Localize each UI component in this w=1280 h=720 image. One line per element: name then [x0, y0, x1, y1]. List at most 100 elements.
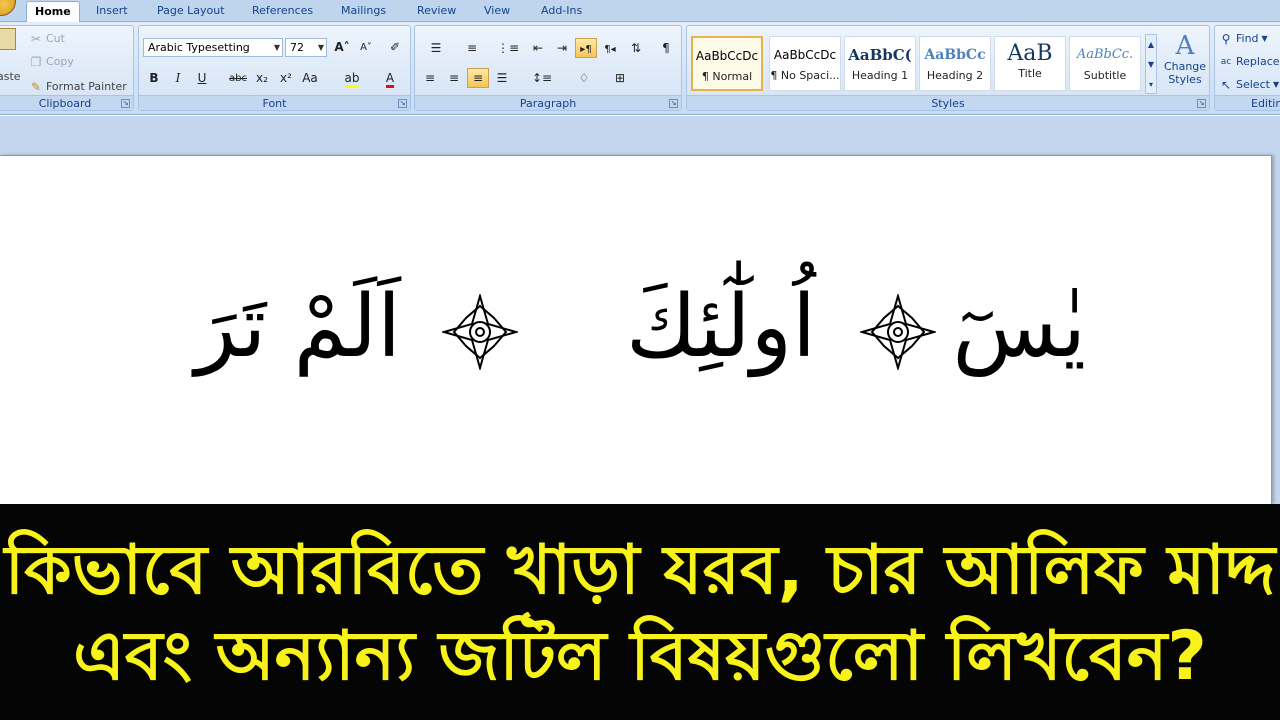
highlighter-icon: ab: [344, 71, 360, 88]
style-sample: AaBbCcDc: [695, 49, 759, 63]
font-size-select[interactable]: 72 ▼: [285, 38, 327, 57]
shrink-font-button[interactable]: A˅: [355, 37, 377, 57]
format-painter-label: Format Painter: [46, 80, 127, 93]
caption-banner: কিভাবে আরবিতে খাড়া যরব, চার আলিফ মাদ্দ …: [0, 504, 1280, 720]
tab-review[interactable]: Review: [409, 1, 464, 22]
shading-button[interactable]: ♢: [567, 68, 601, 88]
justify-button[interactable]: ☰: [491, 68, 513, 88]
cut-button[interactable]: ✂ Cut: [29, 30, 65, 48]
tab-view[interactable]: View: [476, 1, 518, 22]
copy-label: Copy: [46, 55, 74, 68]
style-heading-1[interactable]: AaBbC( Heading 1: [844, 36, 916, 91]
italic-button[interactable]: I: [167, 68, 189, 88]
caption-line-1: কিভাবে আরবিতে খাড়া যরব, চার আলিফ মাদ্দ: [4, 531, 1276, 610]
font-group-label: Font: [139, 95, 410, 110]
superscript-button[interactable]: x²: [275, 68, 297, 88]
chevron-down-icon: ▼: [1261, 34, 1268, 43]
justify-icon: ☰: [496, 71, 508, 85]
grow-font-button[interactable]: A˄: [331, 37, 353, 57]
grow-font-icon: A: [334, 40, 344, 54]
style-normal[interactable]: AaBbCcDc ¶ Normal: [691, 36, 763, 91]
borders-button[interactable]: ⊞: [603, 68, 637, 88]
line-spacing-icon: ↕≡: [531, 71, 553, 85]
show-marks-button[interactable]: ¶: [655, 38, 677, 58]
tab-page-layout[interactable]: Page Layout: [149, 1, 233, 22]
change-case-button[interactable]: Aa: [299, 68, 321, 88]
bullets-button[interactable]: ☰: [419, 38, 453, 58]
font-dialog-launcher-icon[interactable]: ↘: [398, 99, 407, 108]
ltr-direction-button[interactable]: ▸¶: [575, 38, 597, 58]
office-button-icon[interactable]: [0, 0, 16, 16]
highlight-button[interactable]: ab: [335, 68, 369, 88]
align-left-button[interactable]: ≡: [419, 68, 441, 88]
ribbon: aste ✂ Cut ❐ Copy ✎ Format Painter Clipb…: [0, 22, 1280, 115]
style-no-spacing[interactable]: AaBbCcDc ¶ No Spaci...: [769, 36, 841, 91]
numbering-button[interactable]: ≡: [455, 38, 489, 58]
select-button[interactable]: ↖ Select ▼: [1219, 76, 1279, 94]
replace-button[interactable]: ac Replace: [1219, 53, 1280, 71]
paste-icon: [0, 28, 16, 50]
replace-icon: ac: [1220, 57, 1232, 67]
sort-icon: ⇅: [630, 41, 642, 55]
line-spacing-button[interactable]: ↕≡: [525, 68, 559, 88]
align-center-button[interactable]: ≡: [443, 68, 465, 88]
underline-button[interactable]: U: [191, 68, 213, 88]
font-family-select[interactable]: Arabic Typesetting ▼: [143, 38, 283, 57]
paste-label: aste: [0, 70, 21, 83]
scissors-icon: ✂: [30, 32, 42, 46]
style-heading-2[interactable]: AaBbCc Heading 2: [919, 36, 991, 91]
paste-button[interactable]: [0, 28, 17, 68]
document-page[interactable]: يٰسٓ اُولٰٓئِكَ اَلَمْ تَرَ: [0, 155, 1272, 504]
rtl-paragraph-icon: ¶◂: [604, 44, 616, 55]
tab-home[interactable]: Home: [26, 1, 80, 23]
tab-references[interactable]: References: [244, 1, 321, 22]
subscript-button[interactable]: x₂: [251, 68, 273, 88]
style-name: Heading 2: [926, 69, 984, 82]
clipboard-dialog-launcher-icon[interactable]: ↘: [121, 99, 130, 108]
tab-insert[interactable]: Insert: [88, 1, 136, 22]
paintbrush-icon: ✎: [30, 80, 42, 94]
strikethrough-button[interactable]: abc: [227, 68, 249, 88]
cursor-arrow-icon: ↖: [1220, 78, 1232, 92]
format-painter-button[interactable]: ✎ Format Painter: [29, 78, 127, 96]
align-left-icon: ≡: [424, 71, 436, 85]
styles-scroll[interactable]: ▲ ▼ ▾: [1145, 34, 1157, 94]
style-name: Title: [1018, 67, 1042, 80]
change-styles-button[interactable]: A Change Styles: [1161, 32, 1209, 94]
bold-button[interactable]: B: [143, 68, 165, 88]
font-color-button[interactable]: A: [373, 68, 407, 88]
decrease-indent-button[interactable]: ⇤: [527, 38, 549, 58]
font-color-icon: A: [385, 71, 395, 88]
style-title[interactable]: AaB Title: [994, 36, 1066, 91]
editing-group-label: Editing: [1215, 95, 1280, 110]
sort-button[interactable]: ⇅: [625, 38, 647, 58]
paragraph-dialog-launcher-icon[interactable]: ↘: [669, 99, 678, 108]
ribbon-tabs: Home Insert Page Layout References Maili…: [0, 0, 1280, 23]
caption-line-2: এবং অন্যান্য জটিল বিষয়গুলো লিখবেন?: [73, 617, 1207, 696]
increase-indent-button[interactable]: ⇥: [551, 38, 573, 58]
star-ornament-icon: [442, 294, 518, 370]
style-name: Subtitle: [1083, 69, 1127, 82]
clear-formatting-button[interactable]: ✐: [384, 37, 406, 57]
style-sample: AaBbC(: [848, 46, 912, 64]
clipboard-group: aste ✂ Cut ❐ Copy ✎ Format Painter Clipb…: [0, 25, 134, 111]
multilevel-list-button[interactable]: ⋮≡: [491, 38, 525, 58]
styles-group: AaBbCcDc ¶ Normal AaBbCcDc ¶ No Spaci...…: [686, 25, 1210, 111]
tab-mailings[interactable]: Mailings: [333, 1, 394, 22]
styles-dialog-launcher-icon[interactable]: ↘: [1197, 99, 1206, 108]
rtl-direction-button[interactable]: ¶◂: [599, 38, 621, 58]
style-name: ¶ Normal: [701, 70, 753, 83]
copy-button[interactable]: ❐ Copy: [29, 53, 74, 71]
style-sample: AaB: [1007, 41, 1053, 66]
style-name: Heading 1: [851, 69, 909, 82]
align-right-icon: ≡: [472, 71, 484, 85]
ltr-paragraph-icon: ▸¶: [580, 44, 592, 55]
find-button[interactable]: ⚲ Find ▼: [1219, 30, 1268, 48]
decrease-indent-icon: ⇤: [532, 41, 544, 55]
increase-indent-icon: ⇥: [556, 41, 568, 55]
multilevel-list-icon: ⋮≡: [496, 41, 520, 55]
tab-add-ins[interactable]: Add-Ins: [533, 1, 590, 22]
align-right-button[interactable]: ≡: [467, 68, 489, 88]
arabic-word-yasin: يٰسٓ: [952, 277, 1086, 377]
style-subtitle[interactable]: AaBbCc. Subtitle: [1069, 36, 1141, 91]
